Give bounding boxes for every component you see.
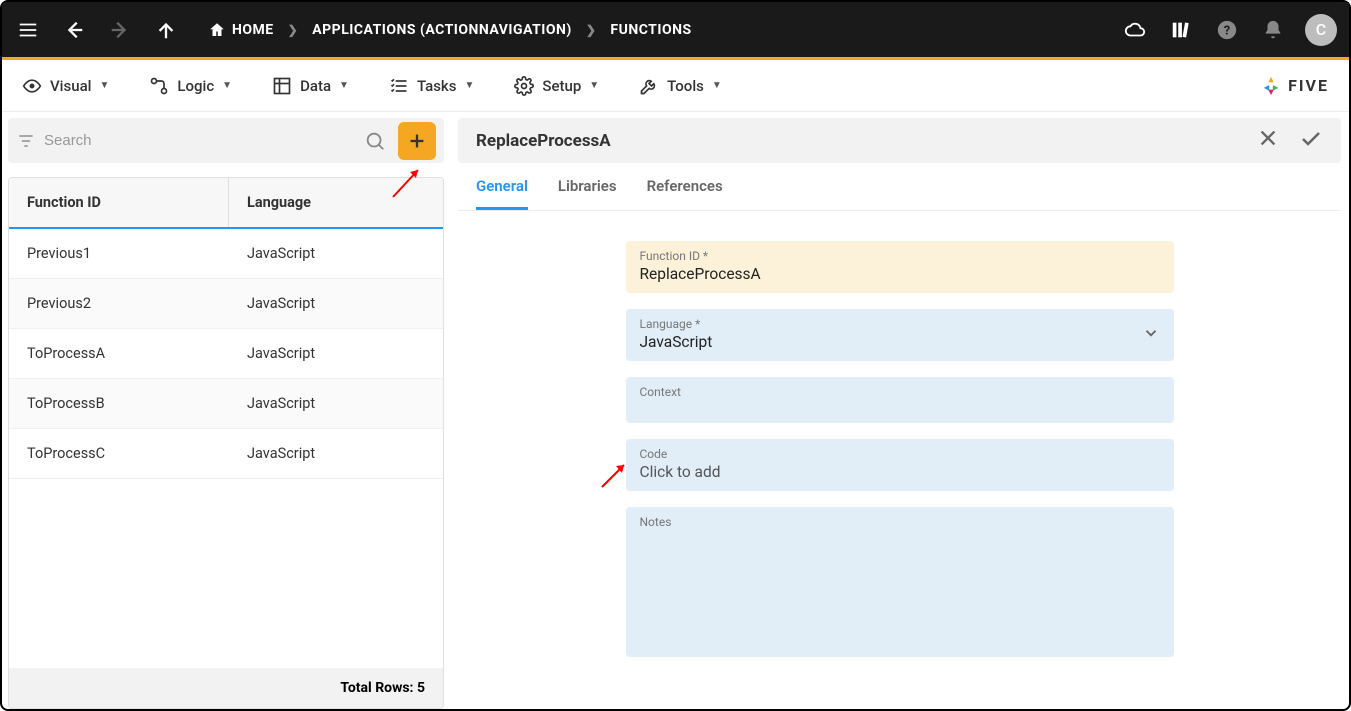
cell-language: JavaScript bbox=[229, 429, 333, 478]
language-label: Language * bbox=[640, 317, 1160, 331]
top-bar: HOME ❯ APPLICATIONS (ACTIONNAVIGATION) ❯… bbox=[2, 2, 1349, 57]
function-id-label: Function ID * bbox=[640, 249, 1160, 263]
menu-visual[interactable]: Visual ▼ bbox=[22, 76, 109, 96]
table-row[interactable]: Previous2JavaScript bbox=[9, 279, 443, 329]
dropdown-icon: ▼ bbox=[99, 80, 109, 91]
chevron-down-icon bbox=[1142, 324, 1160, 346]
cell-function-id: Previous1 bbox=[9, 229, 229, 278]
save-button[interactable] bbox=[1299, 127, 1323, 155]
table-header: Function ID Language bbox=[9, 178, 443, 229]
avatar-initial: C bbox=[1316, 20, 1326, 39]
help-icon[interactable]: ? bbox=[1213, 16, 1241, 44]
menu-icon[interactable] bbox=[14, 16, 42, 44]
menu-setup-label: Setup bbox=[542, 77, 581, 95]
context-label: Context bbox=[640, 385, 1160, 399]
forward-icon bbox=[106, 16, 134, 44]
right-panel: ReplaceProcessA General Libraries Refere… bbox=[450, 118, 1349, 709]
menu-setup[interactable]: Setup ▼ bbox=[514, 76, 599, 96]
dropdown-icon: ▼ bbox=[339, 80, 349, 91]
function-id-value: ReplaceProcessA bbox=[640, 265, 1160, 283]
table-row[interactable]: ToProcessAJavaScript bbox=[9, 329, 443, 379]
avatar[interactable]: C bbox=[1305, 14, 1337, 46]
code-field[interactable]: Code Click to add bbox=[626, 439, 1174, 491]
menu-logic-label: Logic bbox=[177, 77, 214, 95]
svg-text:?: ? bbox=[1224, 23, 1230, 38]
add-button[interactable] bbox=[398, 122, 436, 160]
table-footer: Total Rows: 5 bbox=[9, 668, 443, 708]
nav-left: HOME ❯ APPLICATIONS (ACTIONNAVIGATION) ❯… bbox=[14, 16, 692, 44]
bell-icon[interactable] bbox=[1259, 16, 1287, 44]
close-button[interactable] bbox=[1257, 127, 1279, 155]
menu-logic[interactable]: Logic ▼ bbox=[149, 76, 232, 96]
cell-function-id: ToProcessA bbox=[9, 329, 229, 378]
menu-data[interactable]: Data ▼ bbox=[272, 76, 349, 96]
chevron-right-icon: ❯ bbox=[288, 23, 299, 37]
dropdown-icon: ▼ bbox=[712, 80, 722, 91]
menu-tasks-label: Tasks bbox=[417, 77, 457, 95]
notes-field[interactable]: Notes bbox=[626, 507, 1174, 657]
code-label: Code bbox=[640, 447, 1160, 461]
table-row[interactable]: ToProcessBJavaScript bbox=[9, 379, 443, 429]
cloud-icon[interactable] bbox=[1121, 16, 1149, 44]
dropdown-icon: ▼ bbox=[589, 80, 599, 91]
cell-language: JavaScript bbox=[229, 329, 333, 378]
menu-tasks[interactable]: Tasks ▼ bbox=[389, 76, 474, 96]
cell-function-id: ToProcessB bbox=[9, 379, 229, 428]
code-value: Click to add bbox=[640, 463, 1160, 481]
top-right: ? C bbox=[1121, 14, 1337, 46]
table-row[interactable]: ToProcessCJavaScript bbox=[9, 429, 443, 479]
brand-logo: FIVE bbox=[1260, 75, 1329, 97]
table-row[interactable]: Previous1JavaScript bbox=[9, 229, 443, 279]
function-id-field[interactable]: Function ID * ReplaceProcessA bbox=[626, 241, 1174, 293]
search-input[interactable] bbox=[44, 132, 356, 149]
filter-icon[interactable] bbox=[16, 131, 36, 151]
page-title: ReplaceProcessA bbox=[476, 131, 611, 151]
breadcrumb-applications[interactable]: APPLICATIONS (ACTIONNAVIGATION) bbox=[312, 22, 572, 38]
form-area: Function ID * ReplaceProcessA Language *… bbox=[458, 211, 1341, 657]
column-function-id[interactable]: Function ID bbox=[9, 178, 229, 227]
tabs: General Libraries References bbox=[458, 163, 1341, 211]
functions-table: Function ID Language Previous1JavaScript… bbox=[8, 177, 444, 709]
search-row bbox=[8, 118, 444, 163]
annotation-arrow bbox=[598, 457, 634, 493]
library-icon[interactable] bbox=[1167, 16, 1195, 44]
dropdown-icon: ▼ bbox=[464, 80, 474, 91]
breadcrumb-home[interactable]: HOME bbox=[208, 21, 274, 39]
detail-header: ReplaceProcessA bbox=[458, 118, 1341, 163]
chevron-right-icon: ❯ bbox=[586, 23, 597, 37]
cell-function-id: ToProcessC bbox=[9, 429, 229, 478]
menu-tools-label: Tools bbox=[667, 77, 704, 95]
left-panel: Function ID Language Previous1JavaScript… bbox=[2, 118, 450, 709]
tab-references[interactable]: References bbox=[647, 177, 723, 210]
menu-tools[interactable]: Tools ▼ bbox=[639, 76, 722, 96]
language-field[interactable]: Language * JavaScript bbox=[626, 309, 1174, 361]
context-field[interactable]: Context bbox=[626, 377, 1174, 423]
search-icon[interactable] bbox=[364, 130, 386, 152]
cell-function-id: Previous2 bbox=[9, 279, 229, 328]
cell-language: JavaScript bbox=[229, 379, 333, 428]
menu-visual-label: Visual bbox=[50, 77, 91, 95]
dropdown-icon: ▼ bbox=[222, 80, 232, 91]
table-body: Previous1JavaScriptPrevious2JavaScriptTo… bbox=[9, 229, 443, 668]
language-value: JavaScript bbox=[640, 333, 1160, 351]
tab-libraries[interactable]: Libraries bbox=[558, 177, 617, 210]
up-icon[interactable] bbox=[152, 16, 180, 44]
back-icon[interactable] bbox=[60, 16, 88, 44]
menu-data-label: Data bbox=[300, 77, 331, 95]
menu-bar: Visual ▼ Logic ▼ Data ▼ Tasks ▼ Setup ▼ … bbox=[2, 60, 1349, 112]
main: Function ID Language Previous1JavaScript… bbox=[2, 112, 1349, 709]
brand-label: FIVE bbox=[1288, 76, 1329, 95]
breadcrumb: HOME ❯ APPLICATIONS (ACTIONNAVIGATION) ❯… bbox=[208, 21, 692, 39]
breadcrumb-home-label: HOME bbox=[232, 22, 274, 38]
cell-language: JavaScript bbox=[229, 279, 333, 328]
tab-general[interactable]: General bbox=[476, 177, 528, 210]
column-language[interactable]: Language bbox=[229, 178, 329, 227]
breadcrumb-functions[interactable]: FUNCTIONS bbox=[610, 22, 691, 38]
notes-label: Notes bbox=[640, 515, 1160, 529]
cell-language: JavaScript bbox=[229, 229, 333, 278]
